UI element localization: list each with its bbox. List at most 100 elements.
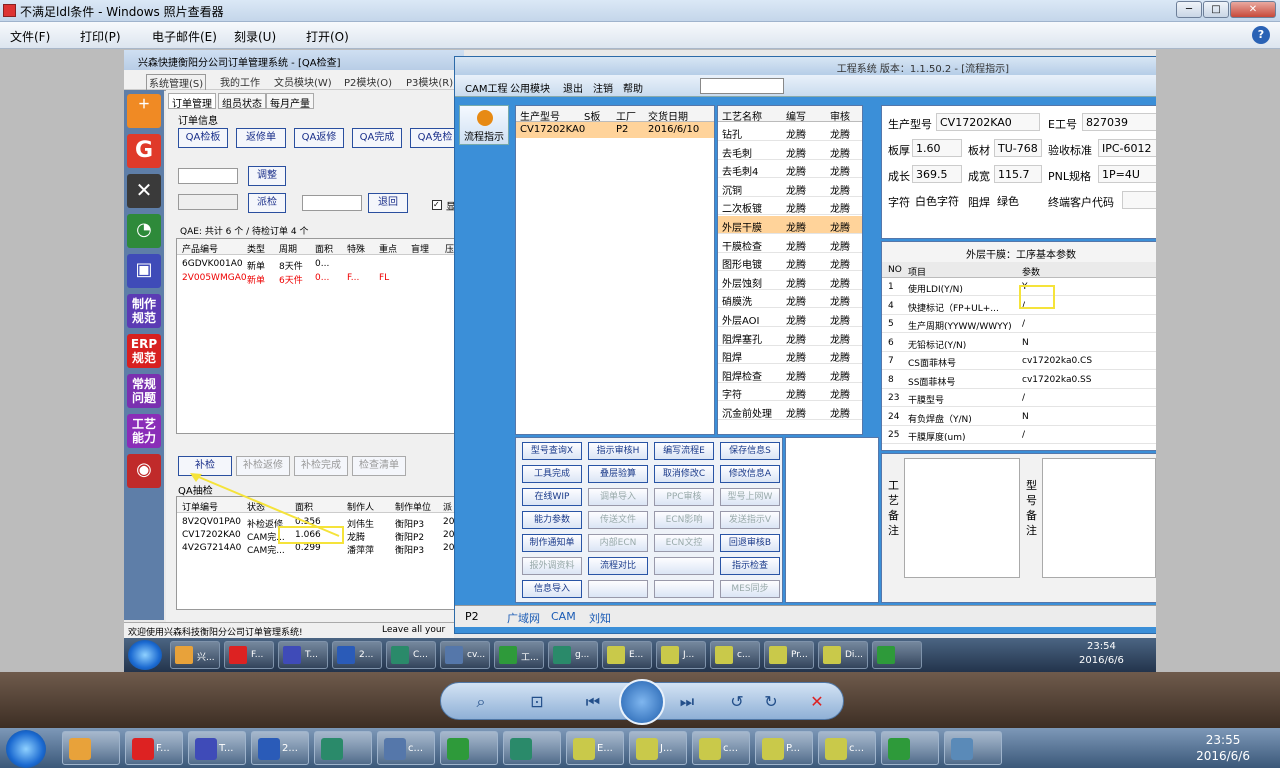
display-checkbox[interactable]: ✓ (432, 200, 442, 210)
order-grid[interactable]: 产品编号 类型 周期 面积 特殊 重点 盲埋 压 6GDVK001A0 新单 8… (176, 238, 466, 434)
action-button[interactable]: 发送指示V (720, 511, 780, 529)
param-row[interactable]: 5 生产周期(YYWW/WWYY) / (882, 315, 1156, 333)
inner-task-item[interactable]: C... (386, 641, 436, 669)
inner-task-item[interactable]: J... (656, 641, 706, 669)
process-row[interactable]: 二次板镀 龙腾 龙腾 (718, 197, 862, 216)
sidebar-common[interactable]: 常规问题 (127, 374, 161, 408)
inner-task-item[interactable]: F... (224, 641, 274, 669)
action-button[interactable]: 报外调资料 (522, 557, 582, 575)
action-button[interactable]: 工具完成 (522, 465, 582, 483)
param-panel[interactable]: 外层干膜：工序基本参数 NO 项目 参数 1 使用LDI(Y/N) Y 4 快捷标记（F… (881, 241, 1156, 451)
dispatch-button[interactable]: 派检 (248, 193, 286, 213)
sidebar-spec[interactable]: 制作规范 (127, 294, 161, 328)
action-button[interactable]: PPC审核 (654, 488, 714, 506)
action-button[interactable]: 叠层验算 (588, 465, 648, 483)
inner-task-item[interactable]: Di... (818, 641, 868, 669)
process-row[interactable]: 去毛刺4 龙腾 龙腾 (718, 160, 862, 179)
process-remark-box[interactable] (904, 458, 1020, 578)
menu-print[interactable]: 打印(P) (80, 28, 121, 45)
inner-task-item[interactable]: c... (710, 641, 760, 669)
actual-size-icon[interactable]: ⊡ (525, 690, 549, 714)
standard-field[interactable]: IPC-6012 I (1098, 139, 1156, 157)
menu-public[interactable]: 公用模块 (510, 80, 550, 95)
param-row[interactable]: 23 干膜型号 / (882, 389, 1156, 407)
next-icon[interactable]: ⏭ (675, 690, 699, 714)
process-row[interactable]: 沉铜 龙腾 龙腾 (718, 179, 862, 197)
action-button[interactable]: 修改信息A (720, 465, 780, 483)
process-row[interactable]: 阻焊检查 龙腾 龙腾 (718, 365, 862, 383)
sidebar-db-icon[interactable]: ◉ (127, 454, 161, 488)
process-row[interactable]: 钻孔 龙腾 龙腾 (718, 123, 862, 141)
action-button[interactable]: ECN文控 (654, 534, 714, 552)
qa-repair-button[interactable]: QA返修 (294, 128, 344, 148)
param-row[interactable]: 6 无铅标记(Y/N) N (882, 334, 1156, 352)
task-item[interactable]: E... (566, 731, 624, 765)
task-item[interactable] (314, 731, 372, 765)
process-panel[interactable]: 工艺名称 编写 审核 钻孔 龙腾 龙腾 去毛刺 龙腾 龙腾 去毛刺4 龙腾 龙腾 沉铜 龙腾 龙腾 二次… (717, 105, 863, 435)
menu-file[interactable]: 文件(F) (10, 28, 50, 45)
action-button[interactable]: 保存信息S (720, 442, 780, 460)
task-item[interactable]: 2... (251, 731, 309, 765)
zoom-icon[interactable]: ⌕ (469, 690, 493, 714)
menu-mywork[interactable]: 我的工作 (220, 74, 260, 89)
minimize-button[interactable]: ─ (1176, 1, 1202, 18)
task-item[interactable] (944, 731, 1002, 765)
inner-task-item[interactable]: T... (278, 641, 328, 669)
inner-task-item[interactable]: 工... (494, 641, 544, 669)
action-button[interactable]: 流程对比 (588, 557, 648, 575)
text-input[interactable] (302, 195, 362, 211)
mask-field[interactable]: 绿色 (994, 191, 1042, 209)
select-combo[interactable] (178, 168, 238, 184)
action-button[interactable]: 编写流程E (654, 442, 714, 460)
sidebar-erp[interactable]: ERP规范 (127, 334, 161, 368)
sidebar-process[interactable]: 工艺能力 (127, 414, 161, 448)
sidebar-plus-icon[interactable]: ＋ (127, 94, 161, 128)
sidebar-chart-icon[interactable]: ◔ (127, 214, 161, 248)
task-item[interactable]: c... (377, 731, 435, 765)
action-button[interactable] (654, 557, 714, 575)
start-button[interactable] (6, 730, 46, 768)
menu-cam[interactable]: CAM工程 (465, 80, 507, 95)
order-panel[interactable]: 生产型号 S板 工厂 交货日期 CV17202KA0 P2 2016/6/10 (515, 105, 715, 435)
process-row[interactable]: 沉金前处理 龙腾 龙腾 (718, 402, 862, 420)
rotate-left-icon[interactable]: ↺ (725, 690, 749, 714)
model-field[interactable]: CV17202KA0 (936, 113, 1040, 131)
task-item[interactable]: T... (188, 731, 246, 765)
task-item[interactable]: c... (818, 731, 876, 765)
process-row[interactable]: 外层蚀刻 龙腾 龙腾 (718, 272, 862, 290)
customer-code-field[interactable] (1122, 191, 1156, 209)
task-item[interactable] (503, 731, 561, 765)
inner-task-item[interactable] (872, 641, 922, 669)
menu-system[interactable]: 系统管理(S) (146, 74, 207, 91)
menu-p3[interactable]: P3模块(R) (406, 74, 453, 89)
qa-exempt-button[interactable]: QA免检 (410, 128, 460, 148)
action-button[interactable]: 制作通知单 (522, 534, 582, 552)
action-button[interactable]: 指示审核H (588, 442, 648, 460)
thickness-field[interactable]: 1.60 (912, 139, 962, 157)
process-row[interactable]: 阻焊 龙腾 龙腾 (718, 346, 862, 365)
process-row[interactable]: 图形电镀 龙腾 龙腾 (718, 253, 862, 272)
tab-monthly[interactable]: 每月产量 (266, 93, 314, 110)
sidebar-tools-icon[interactable]: ✕ (127, 174, 161, 208)
task-item[interactable]: J... (629, 731, 687, 765)
menu-help[interactable]: 帮助 (623, 80, 643, 95)
previous-icon[interactable]: ⏮ (581, 690, 605, 714)
model-remark-box[interactable] (1042, 458, 1156, 578)
menu-p2[interactable]: P2模块(O) (344, 74, 392, 89)
order-row[interactable]: CV17202KA0 P2 2016/6/10 (516, 122, 714, 138)
repair-button[interactable]: 返修单 (236, 128, 286, 148)
action-button[interactable]: 指示检查 (720, 557, 780, 575)
process-row[interactable]: 外层干膜 龙腾 龙腾 (718, 216, 862, 234)
action-button[interactable]: 能力参数 (522, 511, 582, 529)
inner-task-item[interactable]: 兴... (170, 641, 220, 669)
action-button[interactable]: 信息导入 (522, 580, 582, 598)
menu-clerk[interactable]: 文员模块(W) (274, 74, 332, 89)
menu-exit[interactable]: 退出 (563, 80, 583, 95)
length-field[interactable]: 369.5 (912, 165, 962, 183)
tab-orders[interactable]: 订单管理 (168, 93, 216, 110)
process-row[interactable]: 去毛刺 龙腾 龙腾 (718, 142, 862, 160)
table-row[interactable]: 2V005WMGA0 新单 6天件 0... F... FL (177, 273, 465, 287)
param-row[interactable]: 24 有负焊盘（Y/N) N (882, 408, 1156, 426)
process-row[interactable]: 干膜检查 龙腾 龙腾 (718, 235, 862, 253)
pnl-field[interactable]: 1P=4U (1098, 165, 1156, 183)
